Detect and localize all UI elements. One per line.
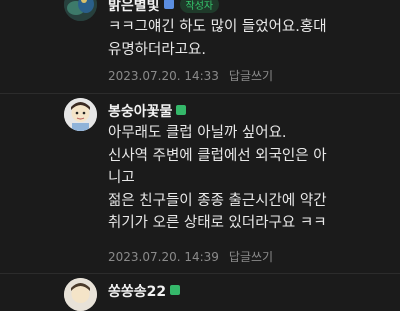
divider bbox=[0, 93, 400, 94]
comment-timestamp: 2023.07.20. 14:33 bbox=[108, 69, 219, 83]
comment-text: ㅋㅋ그얘긴 하도 많이 들었어요.홍대 유명하더라고요. bbox=[108, 19, 327, 58]
comment-timestamp: 2023.07.20. 14:39 bbox=[108, 250, 219, 264]
comment-author[interactable]: 밝은별빛 작성자 bbox=[108, 0, 220, 15]
member-grade-icon bbox=[170, 285, 181, 295]
avatar-peacock-icon bbox=[64, 0, 97, 21]
nickname[interactable]: 봉숭아꽃물 bbox=[108, 104, 172, 120]
avatar[interactable] bbox=[64, 98, 97, 131]
avatar-cartoon-icon bbox=[64, 98, 97, 131]
comment-meta: 2023.07.20. 14:39 답글쓰기 bbox=[108, 248, 273, 265]
comment-meta: 2023.07.20. 14:33 답글쓰기 bbox=[108, 67, 273, 84]
nickname[interactable]: 밝은별빛 bbox=[108, 0, 160, 14]
comment-author[interactable]: 쏭쏭송22 bbox=[108, 281, 181, 301]
comment-item: 쏭쏭송22 bbox=[0, 275, 400, 311]
member-grade-icon bbox=[176, 105, 187, 115]
comment-item: 봉숭아꽃물 아무래도 클럽 아닐까 싶어요. 신사역 주변에 클럽에선 외국인은… bbox=[0, 95, 400, 273]
member-grade-icon bbox=[163, 0, 174, 9]
avatar[interactable] bbox=[64, 278, 97, 311]
reply-button[interactable]: 답글쓰기 bbox=[229, 69, 273, 83]
avatar[interactable] bbox=[64, 0, 97, 21]
divider bbox=[0, 273, 400, 274]
author-badge: 작성자 bbox=[179, 0, 220, 13]
comment-author[interactable]: 봉숭아꽃물 bbox=[108, 101, 187, 121]
comment-text: 아무래도 클럽 아닐까 싶어요. 신사역 주변에 클럽에선 외국인은 아 니고 … bbox=[108, 125, 327, 231]
comment-item: 밝은별빛 작성자 ㅋㅋ그얘긴 하도 많이 들었어요.홍대 유명하더라고요. 202… bbox=[0, 0, 400, 95]
reply-button[interactable]: 답글쓰기 bbox=[229, 250, 273, 264]
nickname[interactable]: 쏭쏭송22 bbox=[108, 284, 166, 300]
avatar-cartoon-icon bbox=[64, 278, 97, 311]
